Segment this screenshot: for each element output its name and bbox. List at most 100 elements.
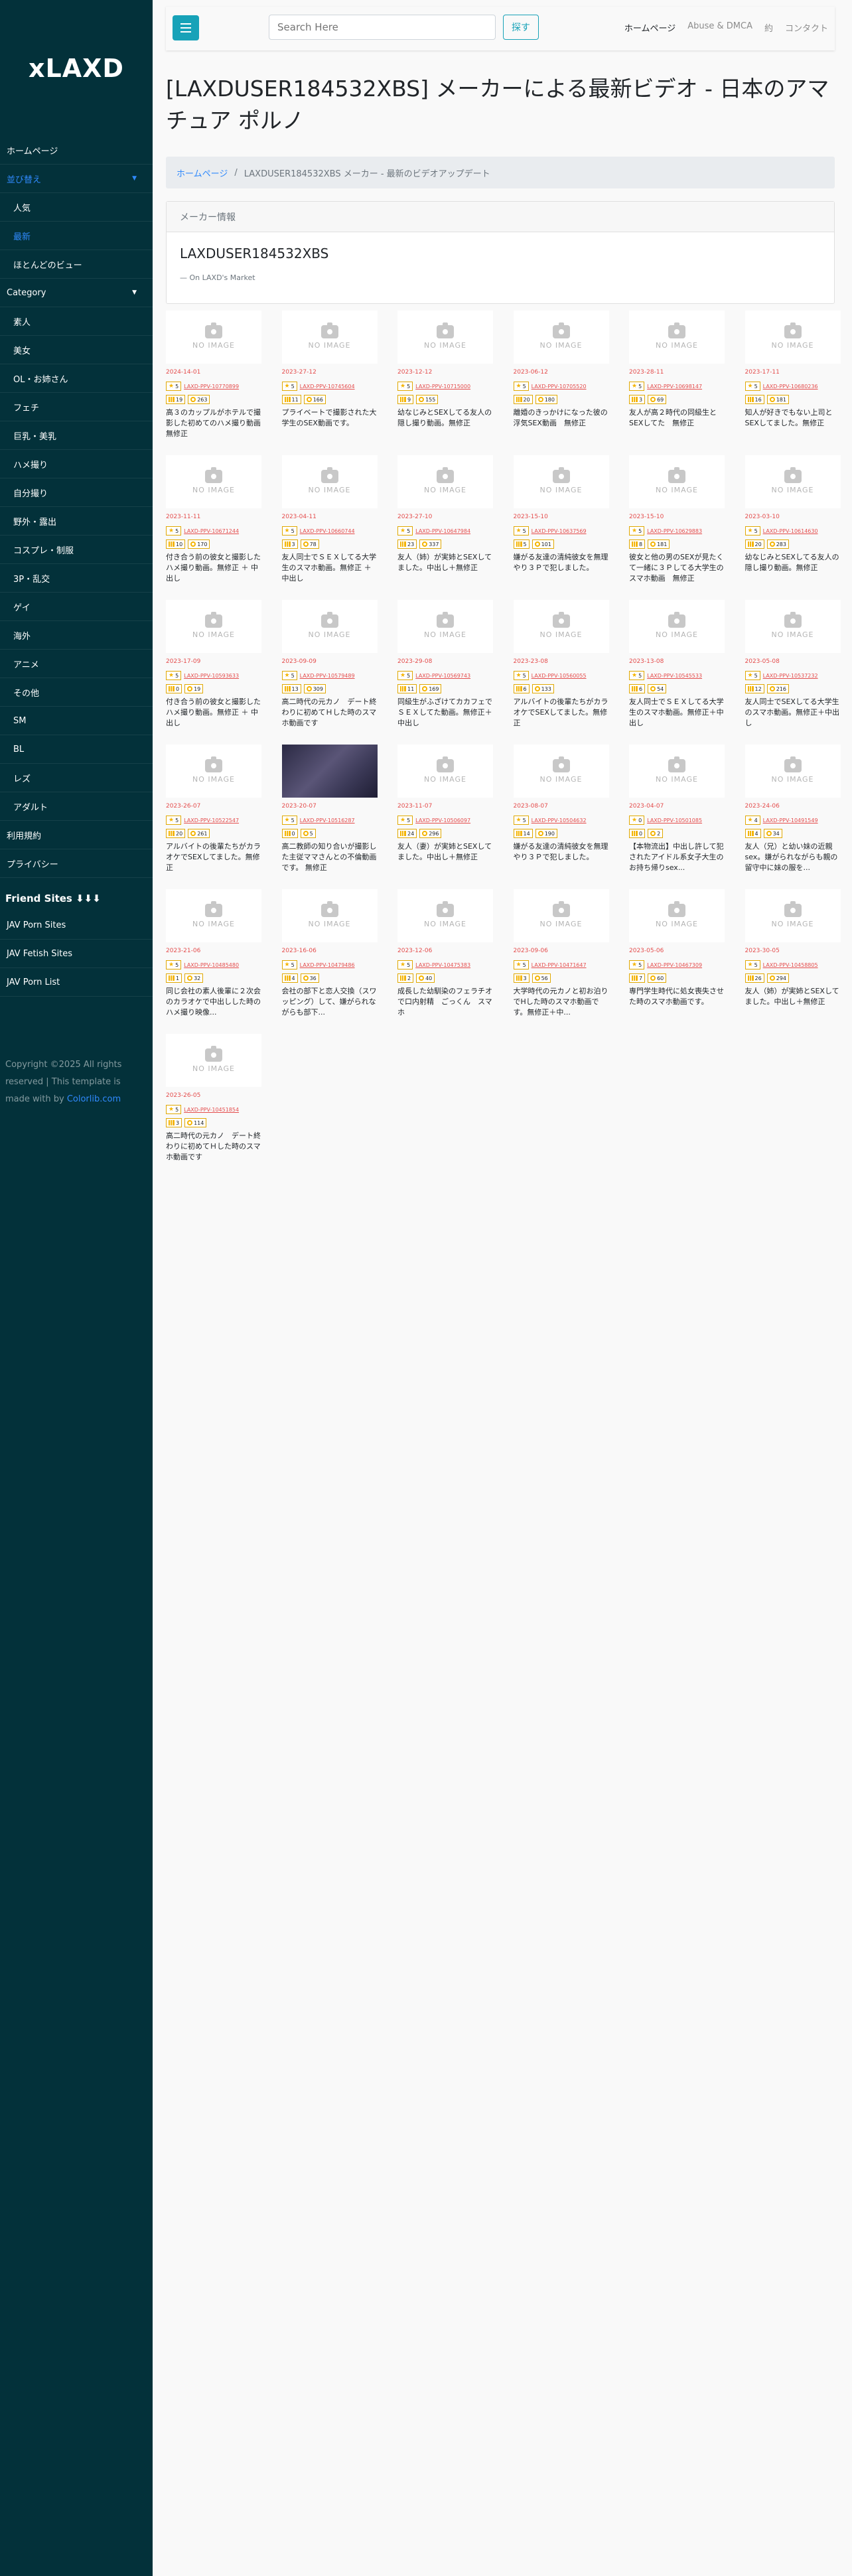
video-card[interactable]: NO IMAGE 2023-26-07 ★ 5 LAXD-PPV-10522547 20 2… [166, 745, 261, 873]
video-card[interactable]: NO IMAGE 2023-28-11 ★ 5 LAXD-PPV-10698147 3 69… [629, 311, 725, 439]
video-card[interactable]: NO IMAGE 2023-12-12 ★ 5 LAXD-PPV-10715000 9 15… [397, 311, 493, 439]
video-title[interactable]: 嫌がる友達の清純彼女を無理やり３Ｐで犯しました。 [514, 552, 609, 584]
video-card[interactable]: NO IMAGE 2023-15-10 ★ 5 LAXD-PPV-10637569 5 10… [513, 455, 609, 584]
video-id-link[interactable]: LAXD-PPV-10647984 [415, 528, 470, 534]
video-id-link[interactable]: LAXD-PPV-10698147 [647, 384, 702, 390]
video-thumbnail[interactable]: NO IMAGE [397, 745, 493, 798]
video-title[interactable]: 友人（姉）が実姉とSEXしてました。中出し＋無修正 [397, 552, 493, 584]
video-id-link[interactable]: LAXD-PPV-10745604 [300, 384, 355, 390]
video-id-link[interactable]: LAXD-PPV-10545533 [647, 673, 702, 679]
video-card[interactable]: 2023-20-07 ★ 5 LAXD-PPV-10516287 0 5 高二教師の知り合い… [281, 745, 378, 873]
video-id-link[interactable]: LAXD-PPV-10504632 [532, 818, 587, 823]
video-title[interactable]: 専門学生時代に処女喪失させた時のスマホ動画です。 [629, 986, 725, 1018]
video-title[interactable]: アルバイトの後輩たちがカラオケでSEXしてました。無修正 [166, 841, 261, 873]
video-thumbnail[interactable]: NO IMAGE [629, 455, 725, 508]
video-thumbnail[interactable]: NO IMAGE [513, 311, 609, 364]
sidebar-link[interactable]: BL [0, 735, 153, 763]
video-id-link[interactable]: LAXD-PPV-10569743 [415, 673, 470, 679]
video-title[interactable]: 友人（姉）が実姉とSEXしてました。中出し＋無修正 [745, 986, 841, 1018]
video-thumbnail[interactable]: NO IMAGE [397, 889, 493, 942]
video-card[interactable]: NO IMAGE 2023-11-11 ★ 5 LAXD-PPV-10671244 10 1… [166, 455, 261, 584]
video-card[interactable]: NO IMAGE 2023-08-07 ★ 5 LAXD-PPV-10504632 14 1… [513, 745, 609, 873]
sidebar-link[interactable]: Category ▼ [0, 279, 153, 307]
video-title[interactable]: アルバイトの後輩たちがカラオケでSEXしてました。無修正 [514, 697, 609, 729]
video-thumbnail[interactable]: NO IMAGE [629, 600, 725, 653]
video-card[interactable]: NO IMAGE 2024-14-01 ★ 5 LAXD-PPV-10770899 19 2… [166, 311, 261, 439]
sidebar-link[interactable]: ゲイ [0, 593, 153, 620]
video-title[interactable]: 友人（妻）が実姉とSEXしてました。中出し＋無修正 [397, 841, 493, 873]
sidebar-link[interactable]: ホームページ [0, 136, 153, 164]
video-card[interactable]: NO IMAGE 2023-21-06 ★ 5 LAXD-PPV-10485480 1 32… [166, 889, 261, 1018]
video-thumbnail[interactable]: NO IMAGE [513, 455, 609, 508]
video-thumbnail[interactable]: NO IMAGE [397, 455, 493, 508]
breadcrumb-home[interactable]: ホームページ [177, 167, 228, 179]
top-nav-link[interactable]: ホームページ [624, 21, 675, 34]
video-card[interactable]: NO IMAGE 2023-30-05 ★ 5 LAXD-PPV-10458805 26 2… [745, 889, 841, 1018]
video-id-link[interactable]: LAXD-PPV-10637569 [532, 528, 587, 534]
video-thumbnail[interactable]: NO IMAGE [166, 600, 261, 653]
video-thumbnail[interactable]: NO IMAGE [397, 311, 493, 364]
sidebar-link[interactable]: 巨乳・美乳 [0, 421, 153, 449]
video-title[interactable]: 高二時代の元カノ デート終わりに初めてＨした時のスマホ動画です [166, 1131, 261, 1163]
video-title[interactable]: 幼なじみとSEXしてる友人の隠し撮り動画。無修正 [745, 552, 841, 584]
video-title[interactable]: 同級生がふざけてカカフェでＳＥＸしてた動画。無修正＋中出し [397, 697, 493, 729]
video-id-link[interactable]: LAXD-PPV-10458805 [763, 962, 818, 968]
sidebar-link[interactable]: ほとんどのビュー [0, 250, 153, 278]
video-id-link[interactable]: LAXD-PPV-10614630 [763, 528, 818, 534]
sidebar-link[interactable]: プライバシー [0, 849, 153, 877]
video-card[interactable]: NO IMAGE 2023-24-06 ★ 4 LAXD-PPV-10491549 4 34… [745, 745, 841, 873]
video-thumbnail[interactable]: NO IMAGE [166, 311, 261, 364]
video-title[interactable]: 友人同士でＳＥＸしてる大学生のスマホ動画。無修正 ＋ 中出し [282, 552, 378, 584]
video-thumbnail[interactable]: NO IMAGE [281, 455, 378, 508]
video-thumbnail[interactable]: NO IMAGE [513, 745, 609, 798]
video-title[interactable]: 友人同士でＳＥＸしてる大学生のスマホ動画。無修正＋中出し [629, 697, 725, 729]
video-id-link[interactable]: LAXD-PPV-10475383 [415, 962, 470, 968]
video-thumbnail[interactable]: NO IMAGE [745, 745, 841, 798]
video-card[interactable]: NO IMAGE 2023-13-08 ★ 5 LAXD-PPV-10545533 6 54… [629, 600, 725, 729]
top-nav-link[interactable]: Abuse & DMCA [687, 21, 752, 34]
video-thumbnail[interactable]: NO IMAGE [745, 889, 841, 942]
video-id-link[interactable]: LAXD-PPV-10506097 [415, 818, 470, 823]
video-id-link[interactable]: LAXD-PPV-10516287 [300, 818, 355, 823]
video-id-link[interactable]: LAXD-PPV-10467309 [647, 962, 702, 968]
video-id-link[interactable]: LAXD-PPV-10715000 [415, 384, 470, 390]
video-card[interactable]: NO IMAGE 2023-04-07 ★ 0 LAXD-PPV-10501085 0 2 【… [629, 745, 725, 873]
video-id-link[interactable]: LAXD-PPV-10629883 [647, 528, 702, 534]
video-id-link[interactable]: LAXD-PPV-10560055 [532, 673, 587, 679]
video-thumbnail[interactable]: NO IMAGE [281, 311, 378, 364]
video-title[interactable]: 友人が高２時代の同級生とSEXしてた 無修正 [629, 407, 725, 439]
sidebar-link[interactable]: 野外・露出 [0, 507, 153, 535]
video-card[interactable]: NO IMAGE 2023-26-05 ★ 5 LAXD-PPV-10451854 3 11… [166, 1034, 261, 1163]
video-id-link[interactable]: LAXD-PPV-10522547 [184, 818, 239, 823]
video-title[interactable]: 高二時代の元カノ デート終わりに初めてＨした時のスマホ動画です [282, 697, 378, 729]
video-thumbnail[interactable]: NO IMAGE [745, 600, 841, 653]
video-card[interactable]: NO IMAGE 2023-17-11 ★ 5 LAXD-PPV-10680236 16 1… [745, 311, 841, 439]
video-card[interactable]: NO IMAGE 2023-15-10 ★ 5 LAXD-PPV-10629883 8 18… [629, 455, 725, 584]
video-title[interactable]: 付き合う前の彼女と撮影したハメ撮り動画。無修正 ＋ 中出し [166, 697, 261, 729]
search-input[interactable] [269, 15, 496, 40]
video-id-link[interactable]: LAXD-PPV-10537232 [763, 673, 818, 679]
sidebar-link[interactable]: コスプレ・制服 [0, 536, 153, 563]
video-card[interactable]: NO IMAGE 2023-17-09 ★ 5 LAXD-PPV-10593633 0 19… [166, 600, 261, 729]
video-id-link[interactable]: LAXD-PPV-10579489 [300, 673, 355, 679]
video-id-link[interactable]: LAXD-PPV-10485480 [184, 962, 239, 968]
sidebar-link[interactable]: その他 [0, 678, 153, 706]
video-title[interactable]: 付き合う前の彼女と撮影したハメ撮り動画。無修正 ＋ 中出し [166, 552, 261, 584]
video-title[interactable]: 同じ会社の素人後輩に２次会のカラオケで中出しした時のハメ撮り映像... [166, 986, 261, 1018]
video-thumbnail[interactable]: NO IMAGE [629, 745, 725, 798]
video-thumbnail[interactable]: NO IMAGE [166, 745, 261, 798]
video-thumbnail[interactable]: NO IMAGE [281, 600, 378, 653]
site-logo[interactable]: xLAXD [0, 0, 153, 136]
video-thumbnail[interactable]: NO IMAGE [513, 600, 609, 653]
video-title[interactable]: 友人（兄）と幼い妹の近親sex。嫌がられながらも親の留守中に妹の服を... [745, 841, 841, 873]
video-thumbnail[interactable]: NO IMAGE [629, 889, 725, 942]
video-card[interactable]: NO IMAGE 2023-23-08 ★ 5 LAXD-PPV-10560055 6 13… [513, 600, 609, 729]
video-card[interactable]: NO IMAGE 2023-03-10 ★ 5 LAXD-PPV-10614630 20 2… [745, 455, 841, 584]
sidebar-link[interactable]: OL・お姉さん [0, 364, 153, 392]
top-nav-link[interactable]: 約 [764, 21, 773, 34]
video-card[interactable]: NO IMAGE 2023-04-11 ★ 5 LAXD-PPV-10660744 3 78… [281, 455, 378, 584]
video-thumbnail[interactable]: NO IMAGE [397, 600, 493, 653]
sidebar-link[interactable]: 並び替え ▼ [0, 165, 153, 192]
colorlib-link[interactable]: Colorlib.com [67, 1094, 121, 1104]
sidebar-link[interactable]: 人気 [0, 193, 153, 221]
